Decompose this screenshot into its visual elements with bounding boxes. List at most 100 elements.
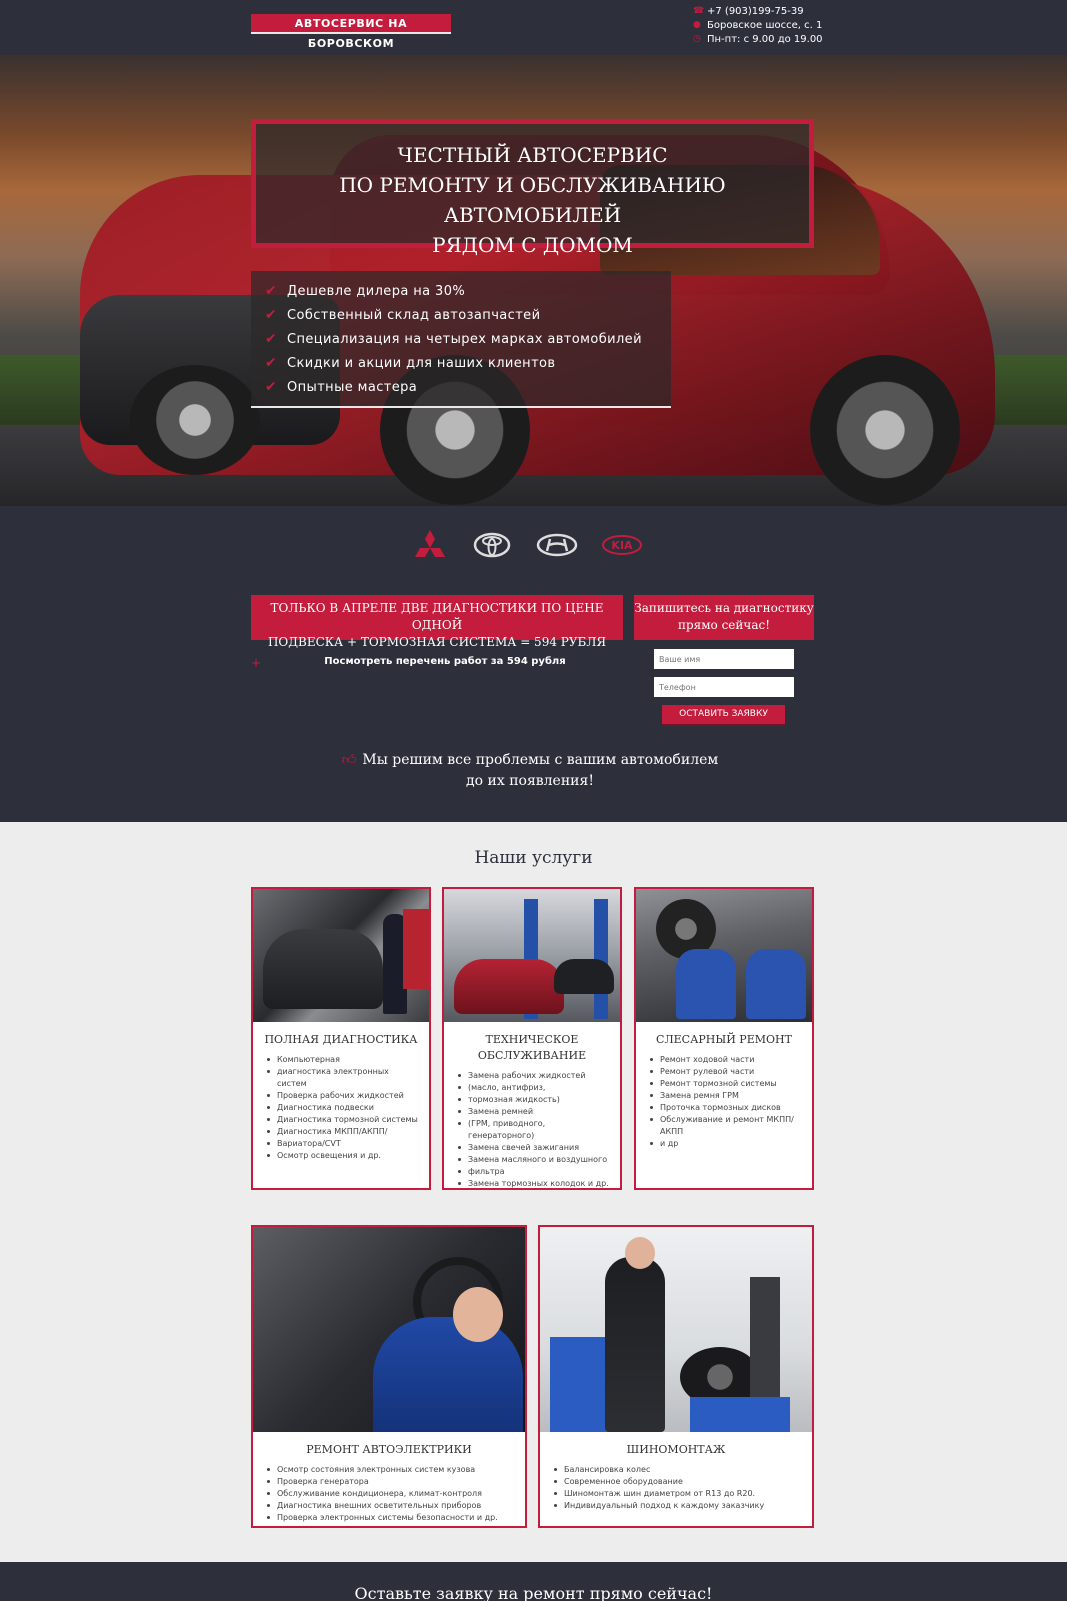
car-wheel-left: [130, 365, 260, 475]
diagnostics-photo: [253, 889, 429, 1022]
service-item: Осмотр состояния электронных систем кузо…: [267, 1464, 517, 1476]
benefit-item: ✔ Собственный склад автозапчастей: [265, 303, 671, 327]
service-item: Диагностика тормозной системы: [267, 1114, 421, 1126]
service-item: Замена масляного и воздушного: [458, 1154, 612, 1166]
hero-title-box: ЧЕСТНЫЙ АВТОСЕРВИС ПО РЕМОНТУ И ОБСЛУЖИВ…: [251, 119, 814, 257]
hero-title-line1: ЧЕСТНЫЙ АВТОСЕРВИС: [397, 143, 668, 167]
service-item: Обслуживание кондиционера, климат-контро…: [267, 1488, 517, 1500]
promo-banner: ТОЛЬКО В АПРЕЛЕ ДВЕ ДИАГНОСТИКИ ПО ЦЕНЕ …: [251, 595, 623, 649]
service-items: Ремонт ходовой части Ремонт рулевой част…: [636, 1054, 812, 1150]
works-list-link[interactable]: Посмотреть перечень работ за 594 рубля: [300, 656, 590, 667]
service-card-tires[interactable]: ШИНОМОНТАЖ Балансировка колес Современно…: [538, 1225, 814, 1528]
service-item: Замена ремней: [458, 1106, 612, 1118]
service-item: Диагностика МКПП/АКПП/: [267, 1126, 421, 1138]
service-item: Обслуживание и ремонт МКПП/АКПП: [650, 1114, 804, 1138]
name-field[interactable]: [654, 649, 794, 669]
promo-line1: ТОЛЬКО В АПРЕЛЕ ДВЕ ДИАГНОСТИКИ ПО ЦЕНЕ …: [270, 601, 604, 632]
service-item: Осмотр освещения и др.: [267, 1150, 421, 1162]
slogan-line1: 👍︎ Мы решим все проблемы с вашим автомоби…: [330, 750, 730, 771]
service-item: (масло, антифриз,: [458, 1082, 612, 1094]
service-item: Проверка рабочих жидкостей: [267, 1090, 421, 1102]
phone-row: ☎ +7 (903)199-75-39: [693, 4, 873, 18]
service-items: Замена рабочих жидкостей (масло, антифри…: [444, 1070, 620, 1190]
slogan-line1-text: Мы решим все проблемы с вашим автомобиле…: [362, 752, 719, 768]
service-item: Ремонт ходовой части: [650, 1054, 804, 1066]
service-item: тормозная жидкость): [458, 1094, 612, 1106]
benefits-list: ✔ Дешевле дилера на 30% ✔ Собственный скла…: [251, 271, 671, 408]
service-item: Замена рабочих жидкостей: [458, 1070, 612, 1082]
service-item: Замена свечей зажигания: [458, 1142, 612, 1154]
tires-photo: [540, 1227, 812, 1432]
service-card-mechanical[interactable]: СЛЕСАРНЫЙ РЕМОНТ Ремонт ходовой части Ре…: [634, 887, 814, 1190]
service-card-diagnostics[interactable]: ПОЛНАЯ ДИАГНОСТИКА Компьютерная диагност…: [251, 887, 431, 1190]
service-card-maintenance[interactable]: ТЕХНИЧЕСКОЕ ОБСЛУЖИВАНИЕ Замена рабочих …: [442, 887, 622, 1190]
check-icon: ✔: [265, 283, 278, 299]
hero-title: ЧЕСТНЫЙ АВТОСЕРВИС ПО РЕМОНТУ И ОБСЛУЖИВ…: [256, 124, 809, 260]
service-item: Ремонт тормозной системы: [650, 1078, 804, 1090]
phone-field[interactable]: [654, 677, 794, 697]
service-item: Проверка генератора: [267, 1476, 517, 1488]
contacts-block: ☎ +7 (903)199-75-39 ● Боровское шоссе, с…: [693, 4, 873, 46]
check-icon: ✔: [265, 379, 278, 395]
benefit-text: Скидки и акции для наших клиентов: [287, 355, 556, 371]
benefit-item: ✔ Дешевле дилера на 30%: [265, 279, 671, 303]
service-item: Замена ремня ГРМ: [650, 1090, 804, 1102]
benefit-text: Собственный склад автозапчастей: [287, 307, 541, 323]
service-item: Компьютерная: [267, 1054, 421, 1066]
promo-section: KIA ТОЛЬКО В АПРЕЛЕ ДВЕ ДИАГНОСТИКИ ПО Ц…: [0, 506, 1067, 822]
service-item: (ГРМ, приводного, генераторного): [458, 1118, 612, 1142]
kia-logo: KIA: [602, 535, 642, 555]
plus-icon[interactable]: +: [251, 656, 261, 670]
service-item: Балансировка колес: [554, 1464, 804, 1476]
service-card-electrics[interactable]: РЕМОНТ АВТОЭЛЕКТРИКИ Осмотр состояния эл…: [251, 1225, 527, 1528]
hours-text: Пн-пт: с 9.00 до 19.00: [707, 33, 823, 45]
service-title: ШИНОМОНТАЖ: [626, 1443, 726, 1456]
phone-number[interactable]: +7 (903)199-75-39: [707, 6, 804, 17]
mitsubishi-logo: [415, 530, 445, 557]
check-icon: ✔: [265, 307, 278, 323]
address-row: ● Боровское шоссе, с. 1: [693, 18, 873, 32]
electrics-photo: [253, 1227, 525, 1432]
service-title: ТЕХНИЧЕСКОЕ ОБСЛУЖИВАНИЕ: [477, 1033, 587, 1062]
location-pin-icon: ●: [693, 20, 701, 30]
service-item: Проверка электронных системы безопасност…: [267, 1512, 517, 1524]
service-item: Шиномонтаж шин диаметром от R13 до R20.: [554, 1488, 804, 1500]
benefit-text: Специализация на четырех марках автомоби…: [287, 331, 642, 347]
slogan: 👍︎ Мы решим все проблемы с вашим автомоби…: [330, 750, 730, 792]
service-item: Проточка тормозных дисков: [650, 1102, 804, 1114]
thumbs-up-icon: 👍︎: [341, 752, 357, 768]
service-item: Ремонт рулевой части: [650, 1066, 804, 1078]
service-item: фильтра: [458, 1166, 612, 1178]
service-title: СЛЕСАРНЫЙ РЕМОНТ: [656, 1033, 792, 1046]
signup-title-line1: Запишитесь на диагностику: [634, 601, 814, 615]
benefit-item: ✔ Опытные мастера: [265, 375, 671, 399]
phone-icon: ☎: [693, 6, 705, 16]
service-item: Современное оборудование: [554, 1476, 804, 1488]
svg-text:KIA: KIA: [611, 539, 633, 552]
check-icon: ✔: [265, 331, 278, 347]
brand-logos: KIA: [400, 528, 660, 568]
service-title: РЕМОНТ АВТОЭЛЕКТРИКИ: [306, 1443, 472, 1456]
check-icon: ✔: [265, 355, 278, 371]
service-item: Индивидуальный подход к каждому заказчик…: [554, 1500, 804, 1512]
service-items: Осмотр состояния электронных систем кузо…: [253, 1464, 525, 1524]
signup-header: Запишитесь на диагностику прямо сейчас!: [634, 595, 814, 640]
maintenance-photo: [444, 889, 620, 1022]
car-wheel-rear: [810, 355, 960, 505]
service-item: Вариатора/CVT: [267, 1138, 421, 1150]
hero-title-line2: ПО РЕМОНТУ И ОБСЛУЖИВАНИЮ АВТОМОБИЛЕЙ: [339, 173, 726, 227]
service-item: диагностика электронных систем: [267, 1066, 421, 1090]
hero-section: ЧЕСТНЫЙ АВТОСЕРВИС ПО РЕМОНТУ И ОБСЛУЖИВ…: [0, 55, 1067, 506]
brand-logo[interactable]: АВТОСЕРВИС НА БОРОВСКОМ: [251, 14, 451, 50]
address-text: Боровское шоссе, с. 1: [707, 19, 823, 31]
service-item: Диагностика внешних осветительных прибор…: [267, 1500, 517, 1512]
site-header: АВТОСЕРВИС НА БОРОВСКОМ ☎ +7 (903)199-75…: [0, 0, 1067, 55]
benefit-text: Дешевле дилера на 30%: [287, 283, 466, 299]
submit-button[interactable]: ОСТАВИТЬ ЗАЯВКУ: [662, 705, 785, 724]
services-title: Наши услуги: [474, 848, 593, 868]
benefit-text: Опытные мастера: [287, 379, 418, 395]
hero-title-line3: РЯДОМ С ДОМОМ: [432, 233, 633, 257]
benefit-item: ✔ Скидки и акции для наших клиентов: [265, 351, 671, 375]
hours-row: ◷ Пн-пт: с 9.00 до 19.00: [693, 32, 873, 46]
slogan-line2: до их появления!: [466, 773, 594, 789]
